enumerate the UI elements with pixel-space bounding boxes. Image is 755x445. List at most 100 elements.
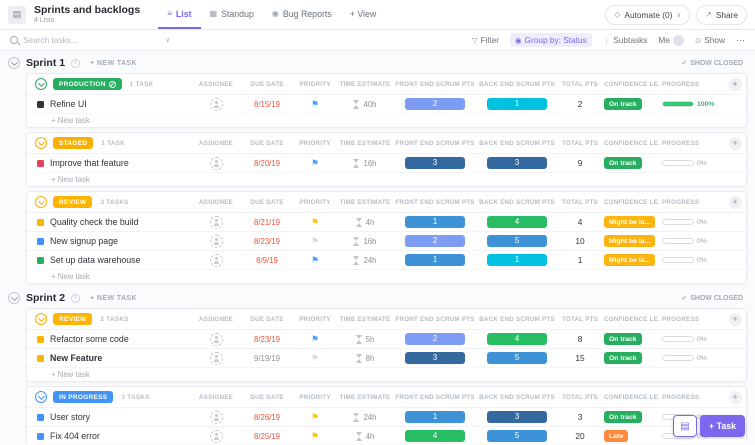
front-end-points[interactable]: 2 (405, 235, 465, 247)
tab-list[interactable]: ≡ List (158, 0, 201, 29)
search-input[interactable]: Search tasks... ∨ (10, 35, 170, 45)
group-collapse-button[interactable] (35, 137, 47, 149)
subtasks-button[interactable]: ⋮ Subtasks (603, 35, 648, 45)
group-collapse-button[interactable] (35, 196, 47, 208)
add-column-button[interactable]: + (728, 390, 742, 404)
front-end-points[interactable]: 1 (405, 411, 465, 423)
time-estimate[interactable]: 16h (336, 236, 394, 246)
back-end-points[interactable]: 3 (487, 411, 547, 423)
assignee-placeholder[interactable] (209, 234, 223, 248)
front-end-points[interactable]: 2 (405, 98, 465, 110)
due-date[interactable]: 8/20/19 (240, 159, 294, 168)
confidence-badge[interactable]: Might be la... (604, 235, 656, 247)
group-collapse-button[interactable] (35, 78, 47, 90)
time-estimate[interactable]: 24h (336, 412, 394, 422)
time-estimate[interactable]: 4h (336, 217, 394, 227)
assignee-placeholder[interactable] (209, 332, 223, 346)
priority-flag-icon[interactable]: ⚑ (311, 353, 319, 363)
due-date[interactable]: 9/19/19 (240, 354, 294, 363)
priority-flag-icon[interactable]: ⚑ (311, 255, 319, 265)
due-date[interactable]: 8/25/19 (240, 432, 294, 441)
task-row[interactable]: Refine UI 8/15/19 ⚑ 40h 2 1 2 On track 100% (27, 94, 746, 113)
task-name[interactable]: Fix 404 error (50, 431, 100, 441)
time-estimate[interactable]: 5h (336, 334, 394, 344)
task-row[interactable]: Quality check the build 8/21/19 ⚑ 4h 1 4 4 Migh… (27, 212, 746, 231)
assignee-placeholder[interactable] (209, 215, 223, 229)
add-column-button[interactable]: + (728, 195, 742, 209)
group-collapse-button[interactable] (35, 313, 47, 325)
add-task-fab[interactable]: + Task (700, 415, 745, 437)
due-date[interactable]: 8/23/19 (240, 237, 294, 246)
time-estimate[interactable]: 4h (336, 431, 394, 441)
task-name[interactable]: Set up data warehouse (50, 255, 140, 265)
confidence-badge[interactable]: On track (604, 411, 642, 423)
time-estimate[interactable]: 8h (336, 353, 394, 363)
sprint-collapse-button[interactable] (8, 292, 20, 304)
time-estimate[interactable]: 40h (336, 99, 394, 109)
new-task-button[interactable]: + NEW TASK (90, 60, 137, 67)
confidence-badge[interactable]: On track (604, 333, 642, 345)
show-button[interactable]: ⊙ Show (695, 35, 725, 45)
priority-flag-icon[interactable]: ⚑ (311, 99, 319, 109)
confidence-badge[interactable]: On track (604, 98, 642, 110)
assignee-placeholder[interactable] (209, 410, 223, 424)
add-column-button[interactable]: + (728, 312, 742, 326)
due-date[interactable]: 8/23/19 (240, 335, 294, 344)
task-name[interactable]: User story (50, 412, 90, 422)
priority-flag-icon[interactable]: ⚑ (311, 236, 319, 246)
status-badge[interactable]: REVIEW (53, 196, 93, 208)
new-task-row[interactable]: + New task (27, 172, 746, 186)
due-date[interactable]: 8/15/19 (240, 100, 294, 109)
assignee-placeholder[interactable] (209, 156, 223, 170)
task-row[interactable]: User story8/26/19⚑24h133On track0% (27, 407, 746, 426)
task-name[interactable]: Improve that feature (50, 158, 129, 168)
priority-flag-icon[interactable]: ⚑ (311, 412, 319, 422)
back-end-points[interactable]: 5 (487, 352, 547, 364)
back-end-points[interactable]: 4 (487, 333, 547, 345)
back-end-points[interactable]: 5 (487, 430, 547, 442)
due-date[interactable]: 8/26/19 (240, 413, 294, 422)
back-end-points[interactable]: 1 (487, 254, 547, 266)
group-collapse-button[interactable] (35, 391, 47, 403)
back-end-points[interactable]: 4 (487, 216, 547, 228)
assignee-placeholder[interactable] (209, 351, 223, 365)
add-column-button[interactable]: + (728, 77, 742, 91)
task-name[interactable]: New signup page (50, 236, 118, 246)
front-end-points[interactable]: 1 (405, 216, 465, 228)
time-estimate[interactable]: 24h (336, 255, 394, 265)
task-name[interactable]: Refine UI (50, 99, 87, 109)
assignee-placeholder[interactable] (209, 429, 223, 443)
priority-flag-icon[interactable]: ⚑ (311, 431, 319, 441)
due-date[interactable]: 8/9/19 (240, 256, 294, 265)
assignee-placeholder[interactable] (209, 253, 223, 267)
confidence-badge[interactable]: On track (604, 352, 642, 364)
tab-standup[interactable]: ▦ Standup (201, 0, 263, 29)
task-row[interactable]: Fix 404 error8/25/19⚑4h4520Late0% (27, 426, 746, 443)
task-row[interactable]: Improve that feature 8/20/19 ⚑ 16h 3 3 9 On tra… (27, 153, 746, 172)
new-task-row[interactable]: + New task (27, 269, 746, 283)
sprint-collapse-button[interactable] (8, 57, 20, 69)
priority-flag-icon[interactable]: ⚑ (311, 334, 319, 344)
assignee-placeholder[interactable] (209, 97, 223, 111)
me-button[interactable]: Me (658, 34, 684, 46)
automate-button[interactable]: ◇ Automate (0) ∨ (605, 4, 691, 25)
front-end-points[interactable]: 1 (405, 254, 465, 266)
more-menu-button[interactable]: ⋯ (736, 35, 745, 46)
group-by-button[interactable]: ◉ Group by: Status (509, 33, 592, 47)
add-view-button[interactable]: + View (341, 0, 386, 29)
new-task-row[interactable]: + New task (27, 113, 746, 127)
share-button[interactable]: ↗ Share (696, 4, 747, 25)
task-row[interactable]: New Feature 9/19/19 ⚑ 8h 3 5 15 On track 0% (27, 348, 746, 367)
front-end-points[interactable]: 3 (405, 157, 465, 169)
task-name[interactable]: Refactor some code (50, 334, 129, 344)
status-badge[interactable]: STAGED (53, 137, 94, 149)
front-end-points[interactable]: 4 (405, 430, 465, 442)
status-badge[interactable]: IN PROGRESS (53, 391, 114, 403)
fab-doc-button[interactable]: ▤ (673, 415, 698, 437)
status-badge[interactable]: REVIEW (53, 313, 93, 325)
task-name[interactable]: Quality check the build (50, 217, 139, 227)
confidence-badge[interactable]: Late (604, 430, 628, 442)
new-task-button[interactable]: + NEW TASK (90, 295, 137, 302)
confidence-badge[interactable]: On track (604, 157, 642, 169)
confidence-badge[interactable]: Might be la... (604, 254, 656, 266)
